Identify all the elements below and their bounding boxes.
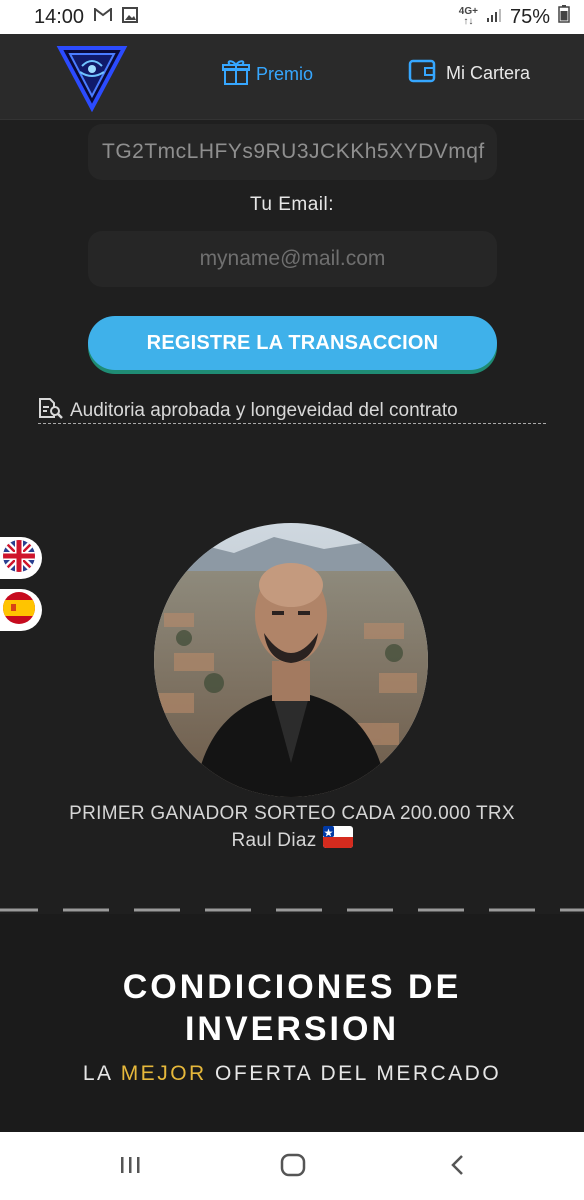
winner-name-row: Raul Diaz bbox=[231, 826, 353, 855]
nav-premio-label: Premio bbox=[256, 64, 314, 84]
winner-caption-block: PRIMER GANADOR SORTEO CADA 200.000 TRX R… bbox=[0, 802, 584, 855]
dashed-divider bbox=[0, 908, 584, 912]
winner-name: Raul Diaz bbox=[231, 829, 317, 851]
signal-icon bbox=[486, 6, 502, 29]
home-button[interactable] bbox=[275, 1152, 311, 1182]
nav-mi-cartera[interactable]: Mi Cartera bbox=[408, 58, 530, 89]
logo-icon[interactable] bbox=[56, 40, 128, 113]
spain-flag-icon bbox=[3, 591, 35, 629]
system-nav-bar bbox=[0, 1132, 584, 1200]
battery-level: 75% bbox=[509, 5, 550, 28]
battery-icon bbox=[558, 5, 570, 29]
app-header: Premio Mi Cartera bbox=[0, 34, 584, 120]
uk-flag-icon bbox=[3, 539, 35, 577]
wallet-icon bbox=[408, 58, 436, 89]
conditions-title: CONDICIONES DE INVERSION bbox=[122, 968, 462, 1048]
audit-link-label: Auditoria aprobada y longeveidad del con… bbox=[70, 399, 458, 421]
register-transaction-button[interactable]: REGISTRE LA TRANSACCION bbox=[88, 316, 497, 370]
language-english-button[interactable] bbox=[0, 537, 42, 579]
email-field[interactable]: myname@mail.com bbox=[88, 231, 497, 287]
gift-icon bbox=[222, 58, 250, 91]
network-indicator: 4G+ ↑↓ bbox=[458, 6, 478, 27]
recent-apps-button[interactable] bbox=[112, 1152, 148, 1182]
audit-search-icon bbox=[38, 397, 64, 425]
chile-flag-icon bbox=[322, 826, 353, 855]
winner-photo bbox=[154, 523, 428, 797]
home-icon bbox=[280, 1153, 306, 1182]
email-label: Tu Email: bbox=[249, 194, 335, 215]
status-time: 14:00 bbox=[34, 5, 85, 28]
audit-link[interactable]: Auditoria aprobada y longeveidad del con… bbox=[38, 397, 546, 425]
conditions-subtitle: LA MEJOR OFERTA DEL MERCADO bbox=[82, 1062, 502, 1085]
subtitle-highlight: MEJOR bbox=[120, 1062, 207, 1085]
wallet-address-field[interactable]: TG2TmcLHFYs9RU3JCKKh5XYDVmqf bbox=[88, 124, 497, 180]
winner-caption: PRIMER GANADOR SORTEO CADA 200.000 TRX bbox=[69, 803, 515, 824]
language-spanish-button[interactable] bbox=[0, 589, 42, 631]
back-icon bbox=[449, 1154, 467, 1181]
recents-icon bbox=[119, 1155, 141, 1180]
nav-cartera-label: Mi Cartera bbox=[446, 63, 531, 83]
gmail-icon bbox=[94, 6, 113, 27]
status-bar: 14:00 4G+ ↑↓ 75% bbox=[0, 0, 584, 34]
back-button[interactable] bbox=[440, 1152, 476, 1182]
gallery-icon bbox=[122, 6, 139, 28]
nav-premio[interactable]: Premio bbox=[222, 58, 313, 91]
